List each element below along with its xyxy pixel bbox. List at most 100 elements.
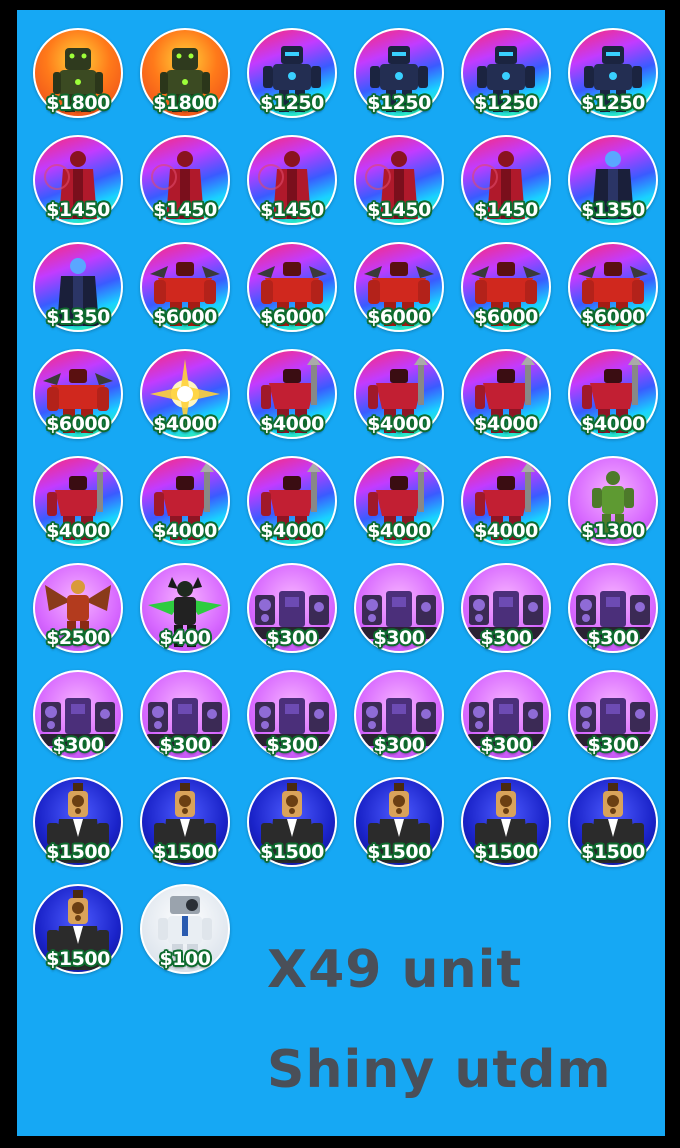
unit-card[interactable]: $1500	[560, 769, 666, 875]
unit-price: $6000	[260, 306, 324, 328]
unit-card[interactable]: $300	[239, 555, 345, 661]
unit-price: $4000	[153, 520, 217, 542]
unit-card[interactable]: $300	[560, 662, 666, 768]
unit-card[interactable]: $1450	[453, 127, 559, 233]
unit-price: $1500	[581, 841, 645, 863]
unit-price: $1450	[367, 199, 431, 221]
unit-price: $4000	[260, 520, 324, 542]
unit-price: $1800	[46, 92, 110, 114]
unit-price: $1250	[260, 92, 324, 114]
unit-card[interactable]: $1250	[346, 20, 452, 126]
unit-price: $300	[587, 734, 639, 756]
unit-card[interactable]: $4000	[239, 448, 345, 554]
unit-price: $1500	[474, 841, 538, 863]
unit-card[interactable]: $1500	[132, 769, 238, 875]
unit-card[interactable]: $6000	[346, 234, 452, 340]
unit-price: $1800	[153, 92, 217, 114]
unit-card[interactable]: $4000	[346, 448, 452, 554]
unit-price: $1450	[260, 199, 324, 221]
unit-price: $4000	[474, 413, 538, 435]
unit-card[interactable]: $4000	[453, 341, 559, 447]
unit-price: $1450	[153, 199, 217, 221]
unit-price: $1350	[46, 306, 110, 328]
unit-card[interactable]: $300	[560, 555, 666, 661]
unit-card[interactable]: $1350	[560, 127, 666, 233]
unit-card[interactable]: $1800	[132, 20, 238, 126]
unit-card[interactable]: $1350	[25, 234, 131, 340]
unit-price: $300	[266, 627, 318, 649]
unit-price: $6000	[153, 306, 217, 328]
unit-card[interactable]: $300	[132, 662, 238, 768]
unit-card[interactable]: $4000	[132, 448, 238, 554]
unit-price: $1250	[581, 92, 645, 114]
unit-card[interactable]: $4000	[346, 341, 452, 447]
unit-price: $100	[159, 948, 211, 970]
unit-card[interactable]: $6000	[25, 341, 131, 447]
unit-card[interactable]: $1450	[239, 127, 345, 233]
unit-card[interactable]: $300	[25, 662, 131, 768]
unit-price: $4000	[367, 520, 431, 542]
unit-price: $400	[159, 627, 211, 649]
unit-price: $6000	[46, 413, 110, 435]
unit-card[interactable]: $4000	[239, 341, 345, 447]
unit-card[interactable]: $300	[453, 555, 559, 661]
unit-price: $1450	[46, 199, 110, 221]
unit-price: $300	[266, 734, 318, 756]
unit-card[interactable]: $1300	[560, 448, 666, 554]
unit-price: $1500	[367, 841, 431, 863]
unit-card[interactable]: $1800	[25, 20, 131, 126]
unit-price: $1250	[367, 92, 431, 114]
unit-card[interactable]: $6000	[239, 234, 345, 340]
unit-price: $300	[373, 627, 425, 649]
unit-price: $2500	[46, 627, 110, 649]
unit-price: $300	[480, 734, 532, 756]
unit-card[interactable]: $4000	[25, 448, 131, 554]
unit-price: $4000	[474, 520, 538, 542]
unit-price: $1500	[153, 841, 217, 863]
unit-price: $300	[159, 734, 211, 756]
unit-price: $4000	[260, 413, 324, 435]
unit-price: $6000	[474, 306, 538, 328]
unit-price: $4000	[367, 413, 431, 435]
unit-card[interactable]: $300	[239, 662, 345, 768]
unit-card[interactable]: $4000	[560, 341, 666, 447]
unit-card[interactable]: $1500	[346, 769, 452, 875]
unit-price: $1300	[581, 520, 645, 542]
unit-card[interactable]: $300	[346, 662, 452, 768]
unit-card[interactable]: $2500	[25, 555, 131, 661]
unit-card[interactable]: $1450	[346, 127, 452, 233]
unit-card[interactable]: $300	[453, 662, 559, 768]
unit-price: $1500	[46, 841, 110, 863]
unit-price: $1500	[260, 841, 324, 863]
unit-card[interactable]: $300	[346, 555, 452, 661]
shiny-utdm-caption: Shiny utdm	[267, 1040, 612, 1100]
unit-card[interactable]: $6000	[132, 234, 238, 340]
unit-card[interactable]: $4000	[132, 341, 238, 447]
unit-card[interactable]: $1250	[453, 20, 559, 126]
unit-card[interactable]: $6000	[560, 234, 666, 340]
unit-price: $1450	[474, 199, 538, 221]
unit-price: $300	[52, 734, 104, 756]
unit-card[interactable]: $100	[132, 876, 238, 982]
unit-price: $1350	[581, 199, 645, 221]
unit-card[interactable]: $1500	[25, 769, 131, 875]
unit-card[interactable]: $1500	[453, 769, 559, 875]
unit-price: $4000	[153, 413, 217, 435]
unit-price: $6000	[367, 306, 431, 328]
unit-card[interactable]: $6000	[453, 234, 559, 340]
unit-price: $300	[373, 734, 425, 756]
unit-price: $300	[587, 627, 639, 649]
unit-price: $6000	[581, 306, 645, 328]
unit-price: $4000	[46, 520, 110, 542]
unit-card[interactable]: $4000	[453, 448, 559, 554]
unit-card[interactable]: $1500	[239, 769, 345, 875]
unit-price: $4000	[581, 413, 645, 435]
inventory-board: $1800 $1800 $1250 $1250 $1250 $1250 $145…	[17, 10, 665, 1136]
unit-count-caption: X49 unit	[267, 940, 523, 1000]
unit-card[interactable]: $400	[132, 555, 238, 661]
unit-card[interactable]: $1450	[132, 127, 238, 233]
unit-card[interactable]: $1250	[239, 20, 345, 126]
unit-card[interactable]: $1450	[25, 127, 131, 233]
unit-card[interactable]: $1500	[25, 876, 131, 982]
unit-card[interactable]: $1250	[560, 20, 666, 126]
